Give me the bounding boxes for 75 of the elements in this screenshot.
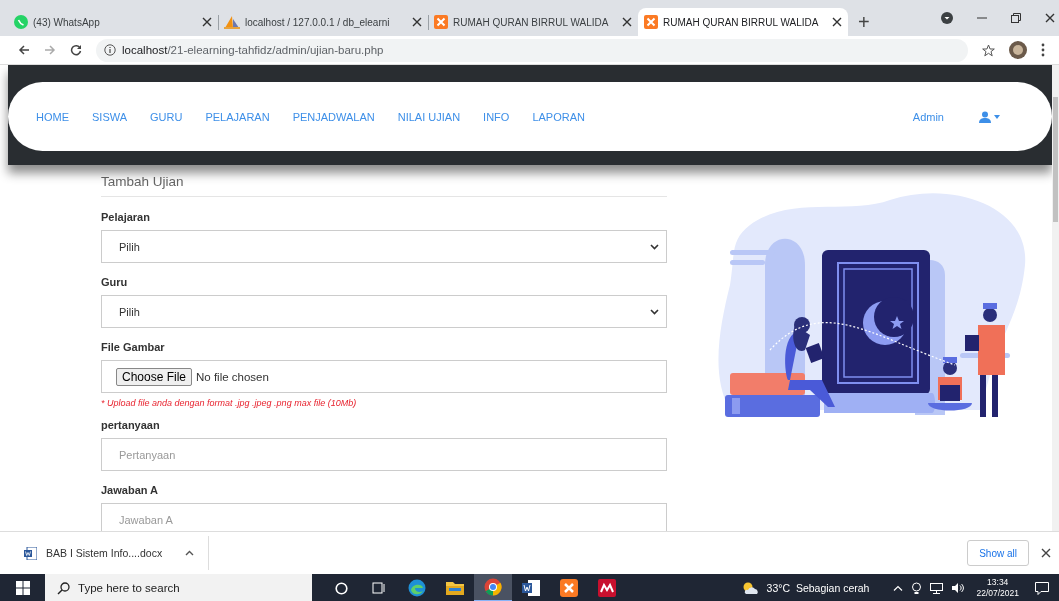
chevron-up-icon[interactable] (185, 550, 195, 556)
browser-tab[interactable]: RUMAH QURAN BIRRUL WALIDA (638, 8, 848, 36)
dropdown-icon[interactable] (941, 12, 953, 24)
app-logo-icon (434, 15, 448, 29)
date-text: 22/07/2021 (976, 588, 1019, 599)
search-icon (57, 581, 70, 595)
nav-link[interactable]: LAPORAN (532, 110, 585, 123)
menu-icon[interactable] (1041, 43, 1045, 57)
close-icon[interactable] (622, 17, 632, 27)
browser-icon[interactable] (408, 579, 426, 597)
file-status-text: No file chosen (196, 370, 269, 383)
browser-icon[interactable] (484, 578, 502, 596)
app-logo-icon[interactable] (560, 579, 578, 597)
close-icon[interactable] (1041, 548, 1051, 558)
nav-link[interactable]: PENJADWALAN (292, 110, 375, 123)
browser-tab[interactable]: localhost / 127.0.0.1 / db_elearni (218, 8, 428, 36)
close-icon[interactable] (202, 17, 212, 27)
scrollbar[interactable] (1052, 65, 1059, 531)
field-label: Guru (101, 276, 129, 289)
new-tab-button[interactable]: + (858, 12, 870, 32)
address-field[interactable]: localhost/21-elearning-tahfidz/admin/ujian-baru.php (96, 38, 968, 62)
form-title: Tambah Ujian (101, 174, 185, 191)
chat-icon (14, 15, 28, 29)
tab-title: RUMAH QURAN BIRRUL WALIDA (453, 16, 610, 28)
chevron-icon (650, 308, 659, 315)
clock[interactable]: 13:34 22/07/2021 (976, 577, 1019, 599)
field-label: Pelajaran (101, 211, 151, 224)
task-view-icon[interactable] (372, 582, 386, 594)
back-icon[interactable] (18, 44, 30, 56)
app-logo-icon (644, 15, 658, 29)
star-icon[interactable] (982, 43, 995, 57)
field-label: File Gambar (101, 341, 166, 354)
notification-icon[interactable] (1035, 581, 1049, 595)
url-text: localhost/21-elearning-tahfidz/admin/ujian-baru.php (122, 44, 384, 56)
text-input-field[interactable]: Jawaban A (101, 503, 667, 531)
close-icon[interactable] (412, 17, 422, 27)
document-app-icon[interactable] (522, 580, 540, 596)
restore-icon[interactable] (1011, 13, 1021, 23)
windows-logo-icon[interactable] (15, 581, 30, 595)
camera-icon[interactable] (911, 582, 923, 594)
field-label: pertanyaan (101, 419, 161, 432)
close-icon[interactable] (1045, 13, 1055, 23)
browser-tab[interactable]: RUMAH QURAN BIRRUL WALIDA (428, 8, 638, 36)
sail-icon (224, 15, 240, 29)
weather-text[interactable]: 33°C Sebagian cerah (766, 582, 870, 594)
app-logo-icon[interactable] (598, 579, 616, 597)
upload-hint: * Upload file anda dengan format .jpg .jpeg .png max file (10Mb) (101, 398, 358, 408)
reload-icon[interactable] (70, 44, 82, 56)
field-label: Jawaban A (101, 484, 160, 497)
file-input-field[interactable]: Choose File No file chosen (101, 360, 667, 393)
choose-file-button[interactable]: Choose File (116, 367, 193, 386)
browser-tab[interactable]: (43) WhatsApp (8, 8, 218, 36)
select-field[interactable]: Pilih (101, 230, 667, 263)
speaker-icon[interactable] (951, 582, 965, 594)
time-text: 13:34 (987, 577, 1009, 588)
chevron-icon (650, 243, 659, 250)
text-input-field[interactable]: Pertanyaan (101, 438, 667, 471)
tab-title: RUMAH QURAN BIRRUL WALIDA (663, 16, 820, 28)
tab-title: localhost / 127.0.0.1 / db_elearni (245, 16, 391, 28)
network-icon[interactable] (930, 582, 944, 594)
select-field[interactable]: Pilih (101, 295, 667, 328)
nav-link[interactable]: GURU (150, 110, 183, 123)
user-icon[interactable] (979, 110, 991, 123)
info-icon (104, 44, 116, 56)
taskbar-search-field[interactable]: Type here to search (45, 574, 312, 601)
folder-icon[interactable] (446, 580, 464, 596)
close-icon[interactable] (832, 17, 842, 27)
circle-icon[interactable] (334, 581, 348, 595)
show-all-button[interactable]: Show all (967, 540, 1029, 566)
tab-title: (43) WhatsApp (33, 16, 101, 28)
document-icon[interactable] (24, 546, 37, 560)
weather-icon (741, 581, 759, 595)
download-file-name[interactable]: BAB I Sistem Info....docx (46, 547, 163, 559)
profile-avatar-icon[interactable] (1009, 41, 1027, 59)
caret-icon[interactable] (994, 114, 1000, 119)
